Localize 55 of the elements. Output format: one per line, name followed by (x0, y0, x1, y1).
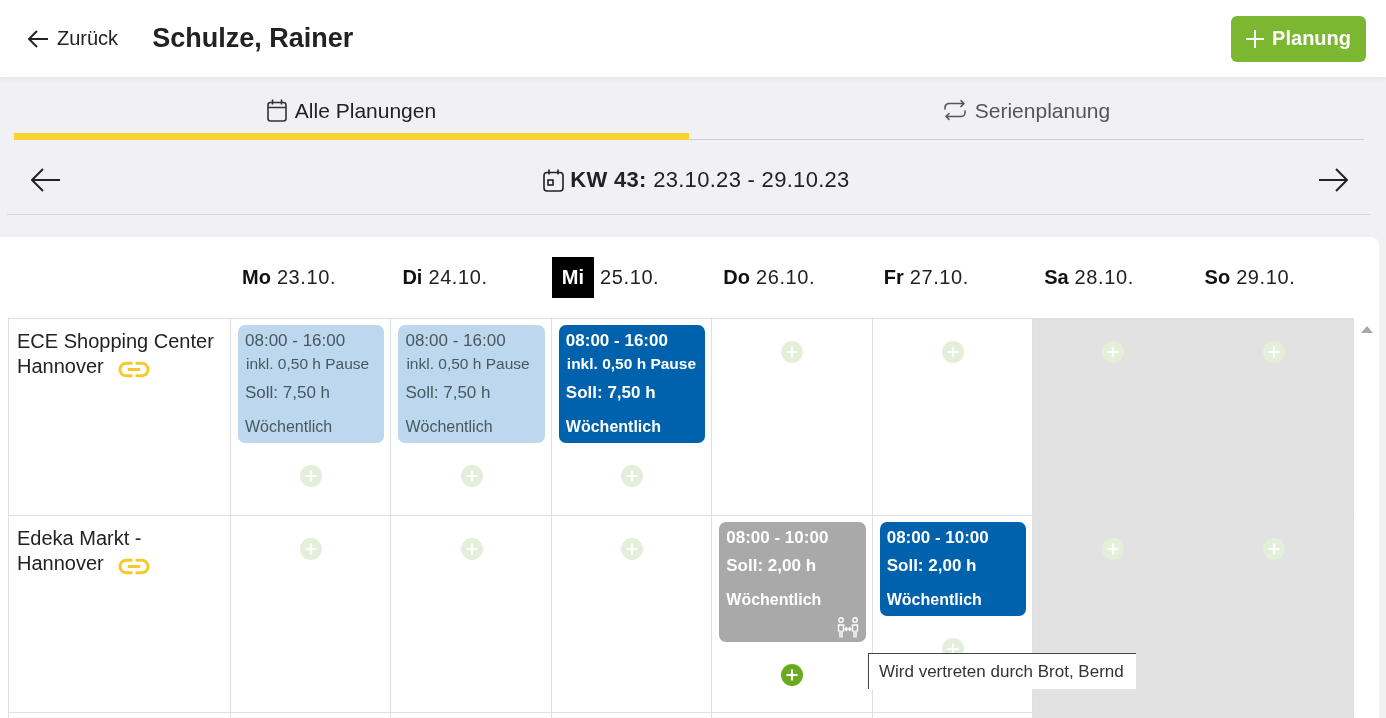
location-name: Edeka Markt - Hannover (17, 527, 142, 574)
repeat-icon (942, 99, 967, 121)
recurrence-label: Wöchentlich (405, 417, 494, 437)
shift-card[interactable]: 08:00 - 10:00 Soll: 2,00 h Wöchentlich (879, 522, 1027, 616)
date-label: 24.10. (428, 266, 488, 289)
week-range: KW 43: 23.10.23 - 29.10.23 (570, 167, 850, 193)
scroll-up-icon[interactable] (1360, 326, 1373, 333)
shift-time: 08:00 - 10:00 (886, 527, 990, 549)
weekday-label: Di (402, 265, 423, 290)
shift-time: 08:00 - 16:00 (565, 330, 669, 352)
weekday-label: Mo (242, 265, 271, 290)
date-label: 28.10. (1074, 266, 1134, 289)
recurrence-label: Wöchentlich (886, 590, 983, 610)
recurrence-label: Wöchentlich (726, 590, 823, 610)
location-name: ECE Shopping Center Hannover (17, 330, 214, 377)
calendar-icon (266, 99, 287, 122)
target-hours: Soll: 2,00 h (886, 555, 978, 577)
date-label: 25.10. (600, 266, 660, 289)
arrow-left-icon (28, 29, 48, 48)
weekday-label: Do (723, 265, 750, 290)
page-title: Schulze, Rainer (152, 23, 354, 54)
date-label: 29.10. (1236, 266, 1296, 289)
shift-card[interactable]: 08:00 - 16:00 inkl. 0,50 h Pause Soll: 7,50 h Wöchentlich (238, 325, 385, 443)
tab[interactable]: Alle Planungen (14, 77, 689, 140)
shift-time: 08:00 - 10:00 (726, 527, 830, 549)
break-info: inkl. 0,50 h Pause (245, 354, 371, 374)
weekday-label: Fr (883, 265, 904, 290)
shift-time: 08:00 - 16:00 (245, 330, 347, 352)
back-button[interactable]: Zurück (28, 27, 119, 50)
date-label: 23.10. (276, 266, 337, 289)
shift-card[interactable]: 08:00 - 16:00 inkl. 0,50 h Pause Soll: 7,50 h Wöchentlich (398, 325, 545, 443)
date-label: 27.10. (909, 266, 969, 289)
calendar-icon (543, 168, 565, 192)
date-label: 26.10. (755, 266, 816, 289)
plus-icon (1246, 29, 1265, 48)
target-hours: Soll: 7,50 h (405, 382, 492, 404)
weekday-label: So (1204, 265, 1231, 290)
weekday-label: Mi (551, 257, 595, 298)
break-info: inkl. 0,50 h Pause (565, 354, 698, 374)
target-hours: Soll: 7,50 h (565, 382, 657, 404)
previous-week-button[interactable] (31, 168, 61, 192)
recurrence-label: Wöchentlich (565, 417, 662, 437)
shift-time: 08:00 - 16:00 (405, 330, 507, 352)
person-swap-icon (836, 617, 859, 638)
tooltip: Wird vertreten durch Brot, Bernd (868, 653, 1136, 689)
weekday-label: Sa (1044, 265, 1069, 290)
arrow-right-icon (1318, 168, 1348, 192)
shift-card[interactable]: 08:00 - 16:00 inkl. 0,50 h Pause Soll: 7,50 h Wöchentlich (558, 325, 706, 443)
next-week-button[interactable] (1318, 168, 1348, 192)
break-info: inkl. 0,50 h Pause (405, 354, 531, 374)
recurrence-label: Wöchentlich (245, 417, 334, 437)
tab[interactable]: Serienplanung (689, 77, 1364, 140)
target-hours: Soll: 7,50 h (245, 382, 332, 404)
target-hours: Soll: 2,00 h (726, 555, 818, 577)
arrow-left-icon (31, 168, 61, 192)
